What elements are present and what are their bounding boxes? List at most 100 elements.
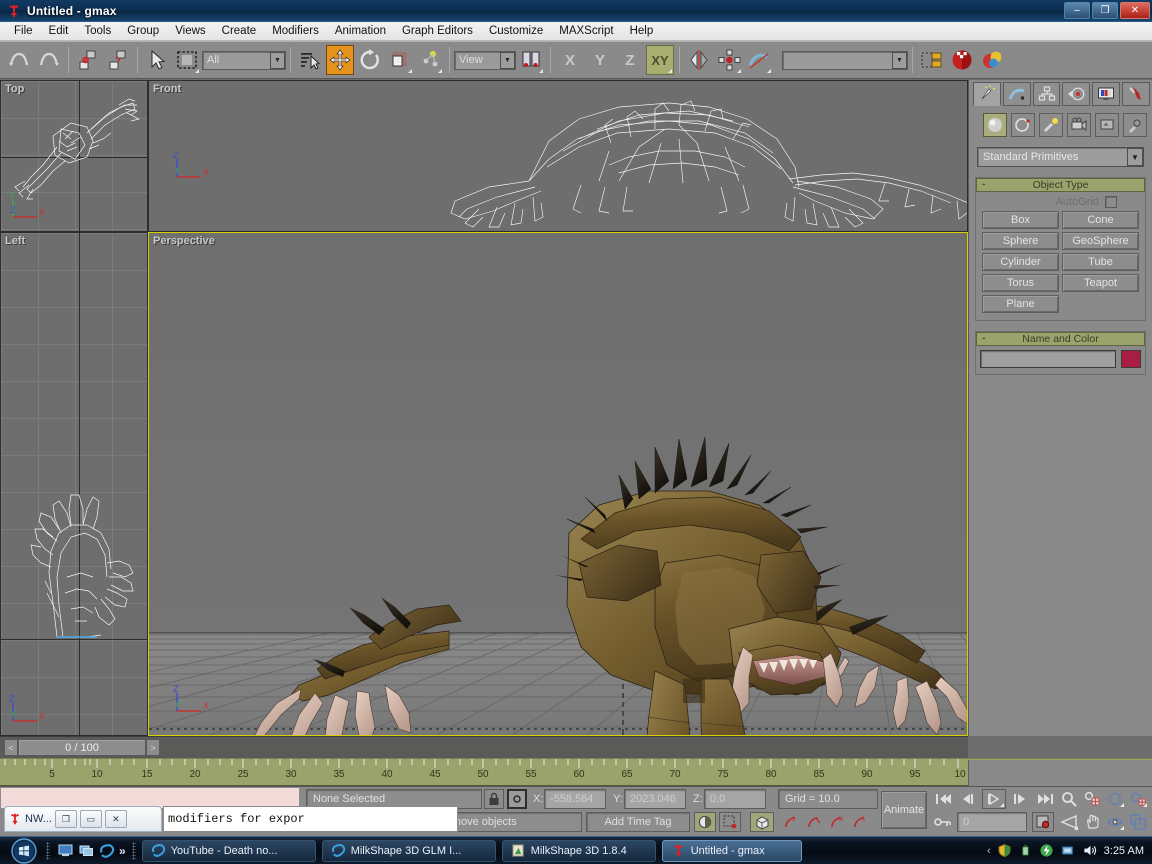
- menu-item-views[interactable]: Views: [167, 23, 213, 39]
- play-animation-icon[interactable]: [982, 789, 1006, 809]
- menu-item-create[interactable]: Create: [214, 23, 265, 39]
- menu-item-animation[interactable]: Animation: [327, 23, 394, 39]
- key-mode-toggle-icon[interactable]: [1032, 812, 1054, 832]
- animate-button[interactable]: Animate: [881, 791, 927, 829]
- create-tube-button[interactable]: Tube: [1062, 253, 1139, 271]
- windows-start-orb[interactable]: [2, 837, 46, 864]
- object-name-input[interactable]: [980, 350, 1116, 368]
- maximize-icon[interactable]: ▭: [79, 810, 102, 828]
- selection-filter-dropdown[interactable]: All ▼: [202, 50, 286, 70]
- display-tab[interactable]: [1092, 82, 1121, 106]
- angle-snap-icon[interactable]: 3: [780, 812, 802, 832]
- collapse-icon[interactable]: -: [982, 178, 986, 190]
- create-cylinder-button[interactable]: Cylinder: [982, 253, 1059, 271]
- cameras-icon[interactable]: [1067, 113, 1091, 137]
- spinner-snap-icon[interactable]: %: [826, 812, 848, 832]
- create-torus-button[interactable]: Torus: [982, 274, 1059, 292]
- taskbar-item-milkshape[interactable]: MilkShape 3D 1.8.4: [501, 839, 656, 862]
- collapse-icon[interactable]: -: [982, 332, 986, 344]
- zoom-extents-all-icon[interactable]: [1127, 789, 1149, 809]
- use-pivot-point-center-icon[interactable]: [416, 45, 444, 75]
- select-and-move-icon[interactable]: [326, 45, 354, 75]
- viewport-top[interactable]: Top Y X Z: [0, 80, 148, 232]
- keyframe-field[interactable]: 0: [957, 812, 1027, 832]
- adaptive-degradation-icon[interactable]: [694, 812, 716, 832]
- track-bar[interactable]: 5 10 15 20 25 30 35 40 45 50 55 60 65 70…: [0, 758, 1152, 786]
- taskbar-item-milkshape-glm[interactable]: MilkShape 3D GLM I...: [321, 839, 496, 862]
- restrict-to-y-axis-button[interactable]: Y: [586, 45, 614, 75]
- use-center-flyout-icon[interactable]: [517, 45, 545, 75]
- show-hidden-icons-chevron[interactable]: ‹: [987, 845, 991, 857]
- reference-coordinate-dropdown[interactable]: View ▼: [454, 50, 516, 70]
- select-by-name-icon[interactable]: [296, 45, 324, 75]
- menu-item-graph-editors[interactable]: Graph Editors: [394, 23, 481, 39]
- spinner-snap-toggle-icon[interactable]: S: [849, 812, 871, 832]
- go-to-start-icon[interactable]: [932, 789, 954, 809]
- select-and-link-icon[interactable]: [74, 45, 102, 75]
- menu-item-group[interactable]: Group: [119, 23, 167, 39]
- create-geosphere-button[interactable]: GeoSphere: [1062, 232, 1139, 250]
- rollout-object-type-header[interactable]: - Object Type: [976, 178, 1145, 192]
- taskbar-grip[interactable]: [131, 841, 136, 860]
- select-and-rotate-icon[interactable]: [356, 45, 384, 75]
- internet-explorer-icon[interactable]: [98, 842, 116, 860]
- minimize-button[interactable]: –: [1064, 2, 1090, 19]
- field-of-view-icon[interactable]: [1058, 812, 1080, 832]
- maximize-viewport-toggle-icon[interactable]: [1127, 812, 1149, 832]
- quick-launch-overflow-chevron[interactable]: »: [119, 844, 126, 858]
- switch-window-icon[interactable]: [77, 842, 95, 860]
- curve-editor-icon[interactable]: [745, 45, 773, 75]
- material-editor-icon[interactable]: [948, 45, 976, 75]
- taskbar-item-youtube[interactable]: YouTube - Death no...: [141, 839, 316, 862]
- previous-frame-arrow[interactable]: <: [4, 739, 18, 756]
- systems-icon[interactable]: [1123, 113, 1147, 137]
- menu-item-customize[interactable]: Customize: [481, 23, 551, 39]
- flash-icon[interactable]: [1039, 843, 1054, 858]
- named-selection-sets-dropdown[interactable]: ▼: [782, 50, 908, 70]
- y-coord-field[interactable]: 2023.046: [624, 789, 686, 809]
- layer-manager-icon[interactable]: [918, 45, 946, 75]
- restrict-to-xy-plane-button[interactable]: XY: [646, 45, 674, 75]
- mirror-icon[interactable]: [685, 45, 713, 75]
- menu-item-tools[interactable]: Tools: [76, 23, 119, 39]
- chevron-down-icon[interactable]: ▼: [892, 51, 907, 69]
- select-and-uniform-scale-icon[interactable]: [386, 45, 414, 75]
- geometry-icon[interactable]: [983, 113, 1007, 137]
- helpers-icon[interactable]: [1095, 113, 1119, 137]
- create-sphere-button[interactable]: Sphere: [982, 232, 1059, 250]
- z-coord-field[interactable]: 0.0: [704, 789, 766, 809]
- volume-icon[interactable]: [1082, 843, 1098, 858]
- pan-icon[interactable]: [1081, 812, 1103, 832]
- select-object-arrow-icon[interactable]: [143, 45, 171, 75]
- restore-icon[interactable]: ❐: [54, 810, 77, 828]
- zoom-icon[interactable]: [1058, 789, 1080, 809]
- next-frame-icon[interactable]: [1009, 789, 1031, 809]
- motion-tab[interactable]: [1062, 82, 1091, 106]
- align-icon[interactable]: [715, 45, 743, 75]
- go-to-end-icon[interactable]: [1034, 789, 1058, 809]
- quick-launch-grip[interactable]: [46, 841, 50, 860]
- zoom-extents-icon[interactable]: [1104, 789, 1126, 809]
- chevron-down-icon[interactable]: ▼: [270, 51, 285, 69]
- network-icon[interactable]: [1060, 843, 1076, 858]
- create-tab[interactable]: [973, 82, 1001, 106]
- rollout-name-and-color-header[interactable]: - Name and Color: [976, 332, 1145, 346]
- create-teapot-button[interactable]: Teapot: [1062, 274, 1139, 292]
- taskbar-item-gmax[interactable]: Untitled - gmax: [661, 839, 802, 862]
- viewport-left[interactable]: Left Z X Y: [0, 232, 148, 736]
- menu-item-help[interactable]: Help: [622, 23, 662, 39]
- chevron-down-icon[interactable]: ▼: [500, 51, 515, 69]
- absolute-relative-transform-icon[interactable]: [507, 789, 527, 809]
- restrict-to-z-axis-button[interactable]: Z: [616, 45, 644, 75]
- viewport-front[interactable]: Front Z X Y: [148, 80, 968, 232]
- modify-tab[interactable]: [1002, 82, 1031, 106]
- menu-item-file[interactable]: File: [6, 23, 41, 39]
- battery-icon[interactable]: [1018, 843, 1033, 858]
- shapes-icon[interactable]: [1011, 113, 1035, 137]
- close-button[interactable]: ✕: [1120, 2, 1150, 19]
- object-color-swatch[interactable]: [1121, 350, 1141, 368]
- undo-icon[interactable]: [5, 45, 33, 75]
- utilities-tab[interactable]: [1122, 82, 1150, 106]
- time-slider-handle[interactable]: 0 / 100: [18, 739, 146, 756]
- create-plane-button[interactable]: Plane: [982, 295, 1059, 313]
